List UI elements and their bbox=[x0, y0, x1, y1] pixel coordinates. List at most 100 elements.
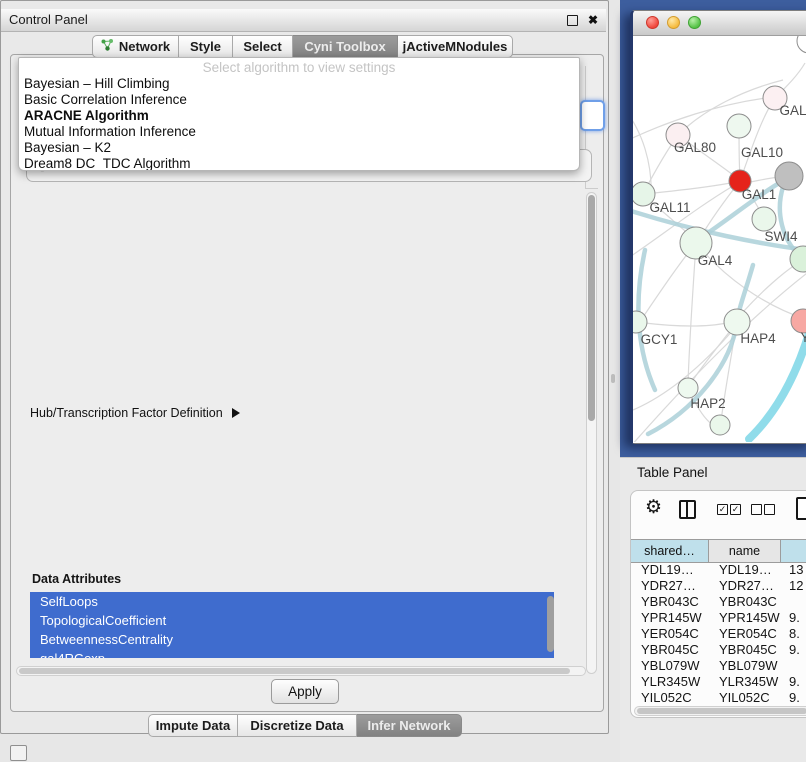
tab-infer-network[interactable]: Infer Network bbox=[357, 714, 462, 737]
network-icon bbox=[101, 39, 114, 54]
table-cell: 9. bbox=[781, 690, 806, 705]
hub-factor-label: Hub/Transcription Factor Definition bbox=[30, 406, 223, 420]
unchecked-box-icon[interactable] bbox=[764, 504, 775, 515]
data-attributes-list[interactable]: SelfLoopsTopologicalCoefficientBetweenne… bbox=[30, 592, 554, 658]
attribute-item-betweennesscentrality[interactable]: BetweennessCentrality bbox=[30, 630, 554, 649]
network-node[interactable] bbox=[710, 415, 730, 435]
network-node-label: GAL1 bbox=[742, 187, 777, 202]
tab-label: Cyni Toolbox bbox=[304, 39, 385, 54]
network-node-gal10[interactable] bbox=[727, 114, 751, 138]
table-row[interactable]: YBR043CYBR043C bbox=[631, 593, 806, 609]
tab-discretize-data[interactable]: Discretize Data bbox=[238, 714, 357, 737]
network-node[interactable] bbox=[797, 36, 806, 53]
table-row[interactable]: YDR27…YDR27…12 bbox=[631, 577, 806, 593]
minimize-light-icon[interactable] bbox=[667, 16, 680, 29]
page-icon[interactable] bbox=[796, 497, 806, 520]
table-cell: YIL052C bbox=[631, 690, 709, 705]
hub-factor-expander[interactable]: Hub/Transcription Factor Definition bbox=[30, 406, 240, 420]
gear-icon[interactable]: ⚙ bbox=[645, 496, 662, 519]
algorithm-option-bayesian-k2[interactable]: Bayesian – K2 bbox=[19, 140, 579, 156]
table-header: shared… name A bbox=[631, 539, 806, 563]
table-cell: 9. bbox=[781, 642, 806, 657]
algorithm-option-mutual-information-inference[interactable]: Mutual Information Inference bbox=[19, 124, 579, 140]
table-row[interactable]: YDL19…YDL19…13 bbox=[631, 561, 806, 577]
table-cell: YBR043C bbox=[709, 594, 781, 609]
tab-label: jActiveMNodules bbox=[403, 39, 508, 54]
tab-network[interactable]: Network bbox=[92, 35, 179, 58]
tab-label: Select bbox=[243, 39, 281, 54]
table-row[interactable]: YIL052CYIL052C9. bbox=[631, 689, 806, 704]
splitter-handle[interactable] bbox=[611, 374, 615, 383]
tab-impute-data[interactable]: Impute Data bbox=[148, 714, 238, 737]
screen: GALGAL80GAL10GAL1GAL11SWI4GAL4GCY1HAP4YH… bbox=[0, 0, 806, 762]
table-cell: 9. bbox=[781, 610, 806, 625]
table-row[interactable]: YER054CYER054C8. bbox=[631, 625, 806, 641]
zoom-light-icon[interactable] bbox=[688, 16, 701, 29]
tab-jactivemnodules[interactable]: jActiveMNodules bbox=[398, 35, 513, 58]
algorithm-dropdown-list: Select algorithm to view settings Bayesi… bbox=[18, 57, 580, 171]
settings-vertical-scrollbar[interactable] bbox=[586, 192, 597, 674]
control-panel-titlebar: Control Panel ✖ bbox=[1, 9, 606, 32]
panel-grip-icon[interactable] bbox=[10, 745, 27, 761]
control-panel-tabbar: Network Style Select Cyni Toolbox jActiveMNo… bbox=[92, 35, 513, 58]
table-row[interactable]: YPR145WYPR145W9. bbox=[631, 609, 806, 625]
algorithm-option-dream8-dc-tdc-algorithm[interactable]: Dream8 DC_TDC Algorithm bbox=[19, 156, 579, 171]
settings-scrollbar-thumb[interactable] bbox=[588, 195, 595, 421]
horizontal-scrollbar-thumb[interactable] bbox=[19, 668, 570, 674]
table-row[interactable]: YLR345WYLR345W9. bbox=[631, 673, 806, 689]
algorithm-option-basic-correlation-inference[interactable]: Basic Correlation Inference bbox=[19, 92, 579, 108]
apply-button[interactable]: Apply bbox=[271, 679, 339, 704]
table-cell: 8. bbox=[781, 626, 806, 641]
network-canvas[interactable]: GALGAL80GAL10GAL1GAL11SWI4GAL4GCY1HAP4YH… bbox=[633, 36, 806, 443]
table-cell: YLR345W bbox=[709, 674, 781, 689]
attribute-item-gal4rgexp[interactable]: gal4RGexp bbox=[30, 649, 554, 658]
float-icon[interactable] bbox=[567, 15, 578, 26]
network-node-swi4[interactable] bbox=[752, 207, 776, 231]
algorithm-options: Bayesian – Hill ClimbingBasic Correlatio… bbox=[19, 76, 579, 171]
settings-horizontal-scrollbar[interactable] bbox=[16, 666, 586, 676]
tab-label: Style bbox=[190, 39, 221, 54]
column-header-clipped[interactable]: A bbox=[781, 540, 806, 562]
checked-box-icon[interactable]: ✓ bbox=[730, 504, 741, 515]
network-node-label: GAL11 bbox=[649, 200, 690, 215]
table-row[interactable]: YBR045CYBR045C9. bbox=[631, 641, 806, 657]
algorithm-dropdown-placeholder: Select algorithm to view settings bbox=[19, 59, 579, 76]
table-cell: YBL079W bbox=[709, 658, 781, 673]
tab-select[interactable]: Select bbox=[233, 35, 293, 58]
algorithm-option-aracne-algorithm[interactable]: ARACNE Algorithm bbox=[19, 108, 579, 124]
table-cell: YBL079W bbox=[631, 658, 709, 673]
column-header-shared-name[interactable]: shared… bbox=[631, 540, 709, 562]
close-light-icon[interactable] bbox=[646, 16, 659, 29]
column-header-name[interactable]: name bbox=[709, 540, 781, 562]
network-node-label: GCY1 bbox=[641, 332, 678, 347]
network-node[interactable] bbox=[775, 162, 803, 190]
network-node-label: GAL80 bbox=[674, 140, 716, 155]
network-window-titlebar[interactable] bbox=[633, 11, 806, 36]
table-cell: 13 bbox=[781, 562, 806, 577]
attribute-item-topologicalcoefficient[interactable]: TopologicalCoefficient bbox=[30, 611, 554, 630]
table-body: YDL19…YDL19…13YDR27…YDR27…12YBR043CYBR04… bbox=[631, 561, 806, 704]
table-cell: YDL19… bbox=[631, 562, 709, 577]
algorithm-option-bayesian-hill-climbing[interactable]: Bayesian – Hill Climbing bbox=[19, 76, 579, 92]
table-cell: YDR27… bbox=[631, 578, 709, 593]
table-cell: YPR145W bbox=[709, 610, 781, 625]
table-panel-title: Table Panel bbox=[637, 465, 708, 480]
attributes-scrollbar-thumb[interactable] bbox=[547, 596, 554, 652]
checked-box-icon[interactable]: ✓ bbox=[717, 504, 728, 515]
tab-cyni-toolbox[interactable]: Cyni Toolbox bbox=[293, 35, 398, 58]
table-horizontal-scrollbar[interactable] bbox=[634, 706, 806, 716]
network-node-hap2[interactable] bbox=[678, 378, 698, 398]
table-row[interactable]: YBL079WYBL079W bbox=[631, 657, 806, 673]
unchecked-box-icon[interactable] bbox=[751, 504, 762, 515]
network-node-label: GAL10 bbox=[741, 145, 783, 160]
table-cell: YER054C bbox=[631, 626, 709, 641]
table-scrollbar-thumb[interactable] bbox=[637, 708, 806, 714]
close-icon[interactable]: ✖ bbox=[588, 12, 598, 28]
attribute-item-selfloops[interactable]: SelfLoops bbox=[30, 592, 554, 611]
network-node-label: HAP2 bbox=[690, 396, 725, 411]
data-attributes-label: Data Attributes bbox=[32, 572, 121, 586]
columns-icon[interactable] bbox=[679, 500, 696, 519]
table-panel-titlebar: Table Panel bbox=[620, 457, 806, 486]
tab-style[interactable]: Style bbox=[179, 35, 233, 58]
table-cell: YPR145W bbox=[631, 610, 709, 625]
